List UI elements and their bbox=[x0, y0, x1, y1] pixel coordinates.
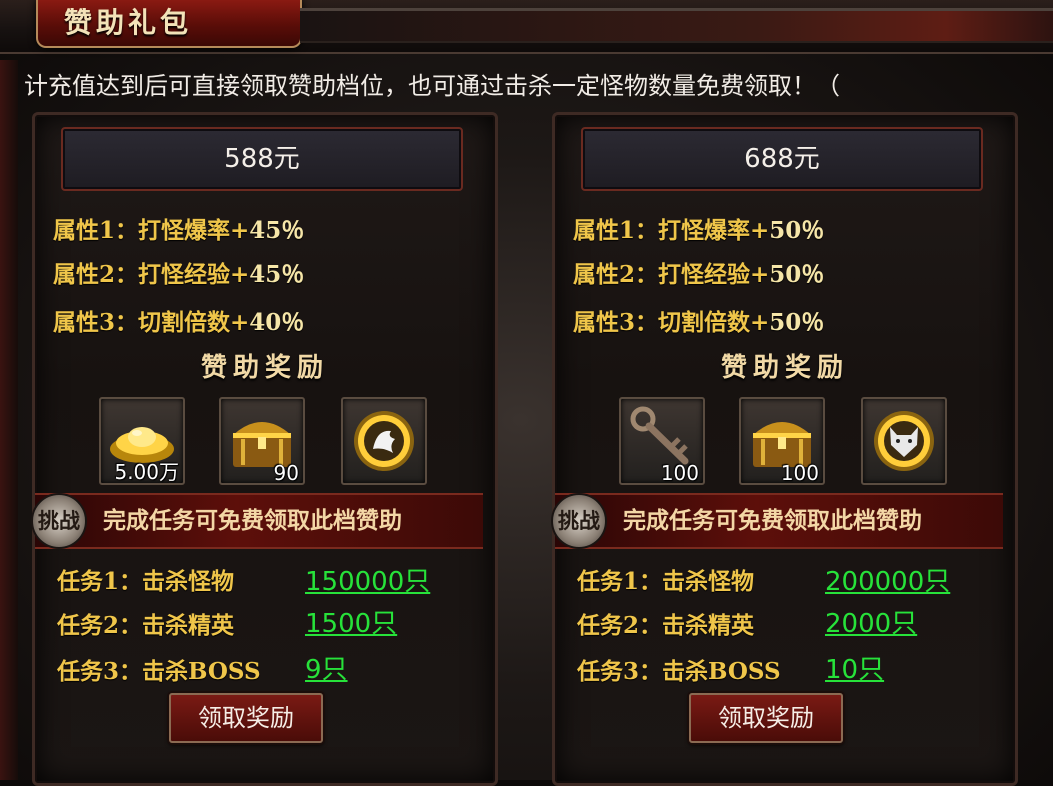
item-count: 100 bbox=[780, 461, 819, 485]
attribute-value: 45％ bbox=[249, 217, 305, 244]
attribute-label: 属性2：打怪经验+ bbox=[573, 261, 770, 288]
attribute-label: 属性1：打怪爆率+ bbox=[573, 217, 770, 244]
task-value-1[interactable]: 200000只 bbox=[825, 561, 950, 603]
attribute-value: 45％ bbox=[249, 261, 305, 288]
item-count: 5.00万 bbox=[114, 460, 179, 484]
attribute-label: 属性3：切割倍数+ bbox=[53, 309, 250, 336]
attribute-value: 50％ bbox=[769, 261, 825, 288]
sponsor-tier-panel-688: 688元 属性1：打怪爆率+50％ 属性2：打怪经验+50％ 属性3：切割倍数+… bbox=[551, 112, 1018, 786]
attribute-label: 属性2：打怪经验+ bbox=[53, 261, 250, 288]
attribute-row-3: 属性3：切割倍数+50％ bbox=[573, 303, 824, 343]
claim-reward-button[interactable]: 领取奖励 bbox=[169, 693, 323, 743]
task-label-3: 任务3：击杀BOSS bbox=[57, 658, 261, 685]
attribute-value: 50％ bbox=[769, 217, 825, 244]
attribute-row-1: 属性1：打怪爆率+45％ bbox=[53, 211, 304, 251]
item-count: 90 bbox=[273, 461, 299, 485]
task-value-2[interactable]: 1500只 bbox=[305, 603, 397, 645]
reward-slot-wolf-medal[interactable] bbox=[861, 397, 947, 485]
attribute-row-2: 属性2：打怪经验+45％ bbox=[53, 255, 304, 295]
attribute-row-1: 属性1：打怪爆率+50％ bbox=[573, 211, 824, 251]
reward-title: 赞助奖励 bbox=[200, 353, 329, 383]
challenge-banner: 挑战 完成任务可免费领取此档赞助 bbox=[31, 493, 483, 549]
reward-title: 赞助奖励 bbox=[720, 353, 849, 383]
header-decoration bbox=[300, 8, 1053, 43]
tier-price: 688元 bbox=[581, 127, 983, 191]
challenge-badge: 挑战 bbox=[31, 493, 87, 549]
left-frame-edge bbox=[0, 60, 18, 780]
challenge-text: 完成任务可免费领取此档赞助 bbox=[623, 508, 922, 534]
task-label-2: 任务2：击杀精英 bbox=[577, 612, 755, 639]
golden-medal-icon bbox=[354, 411, 414, 471]
page-title: 赞助礼包 bbox=[64, 6, 193, 39]
challenge-banner: 挑战 完成任务可免费领取此档赞助 bbox=[551, 493, 1003, 549]
reward-slot-gold-ingot[interactable]: 5.00万 bbox=[99, 397, 185, 485]
task-label-3: 任务3：击杀BOSS bbox=[577, 658, 781, 685]
reward-slot-golden-medal[interactable] bbox=[341, 397, 427, 485]
reward-slot-treasure-chest[interactable]: 90 bbox=[219, 397, 305, 485]
attribute-row-3: 属性3：切割倍数+40％ bbox=[53, 303, 304, 343]
challenge-text: 完成任务可免费领取此档赞助 bbox=[103, 508, 402, 534]
attribute-label: 属性3：切割倍数+ bbox=[573, 309, 770, 336]
item-count: 100 bbox=[660, 461, 699, 485]
task-label-1: 任务1：击杀怪物 bbox=[577, 568, 755, 595]
task-value-1[interactable]: 150000只 bbox=[305, 561, 430, 603]
notice-text: 计充值达到后可直接领取赞助档位，也可通过击杀一定怪物数量免费领取！（ bbox=[24, 72, 840, 100]
header-bar: 赞助礼包 bbox=[0, 0, 1053, 54]
attribute-value: 40％ bbox=[249, 309, 305, 336]
sponsor-tier-panel-588: 588元 属性1：打怪爆率+45％ 属性2：打怪经验+45％ 属性3：切割倍数+… bbox=[31, 112, 498, 786]
task-label-1: 任务1：击杀怪物 bbox=[57, 568, 235, 595]
attribute-label: 属性1：打怪爆率+ bbox=[53, 217, 250, 244]
task-label-2: 任务2：击杀精英 bbox=[57, 612, 235, 639]
attribute-value: 50％ bbox=[769, 309, 825, 336]
attribute-row-2: 属性2：打怪经验+50％ bbox=[573, 255, 824, 295]
wolf-medal-icon bbox=[874, 411, 934, 471]
reward-slot-treasure-chest[interactable]: 100 bbox=[739, 397, 825, 485]
task-value-2[interactable]: 2000只 bbox=[825, 603, 917, 645]
claim-reward-button[interactable]: 领取奖励 bbox=[689, 693, 843, 743]
challenge-badge: 挑战 bbox=[551, 493, 607, 549]
task-value-3[interactable]: 10只 bbox=[825, 649, 884, 691]
tier-price: 588元 bbox=[61, 127, 463, 191]
task-value-3[interactable]: 9只 bbox=[305, 649, 348, 691]
reward-slot-key[interactable]: 100 bbox=[619, 397, 705, 485]
